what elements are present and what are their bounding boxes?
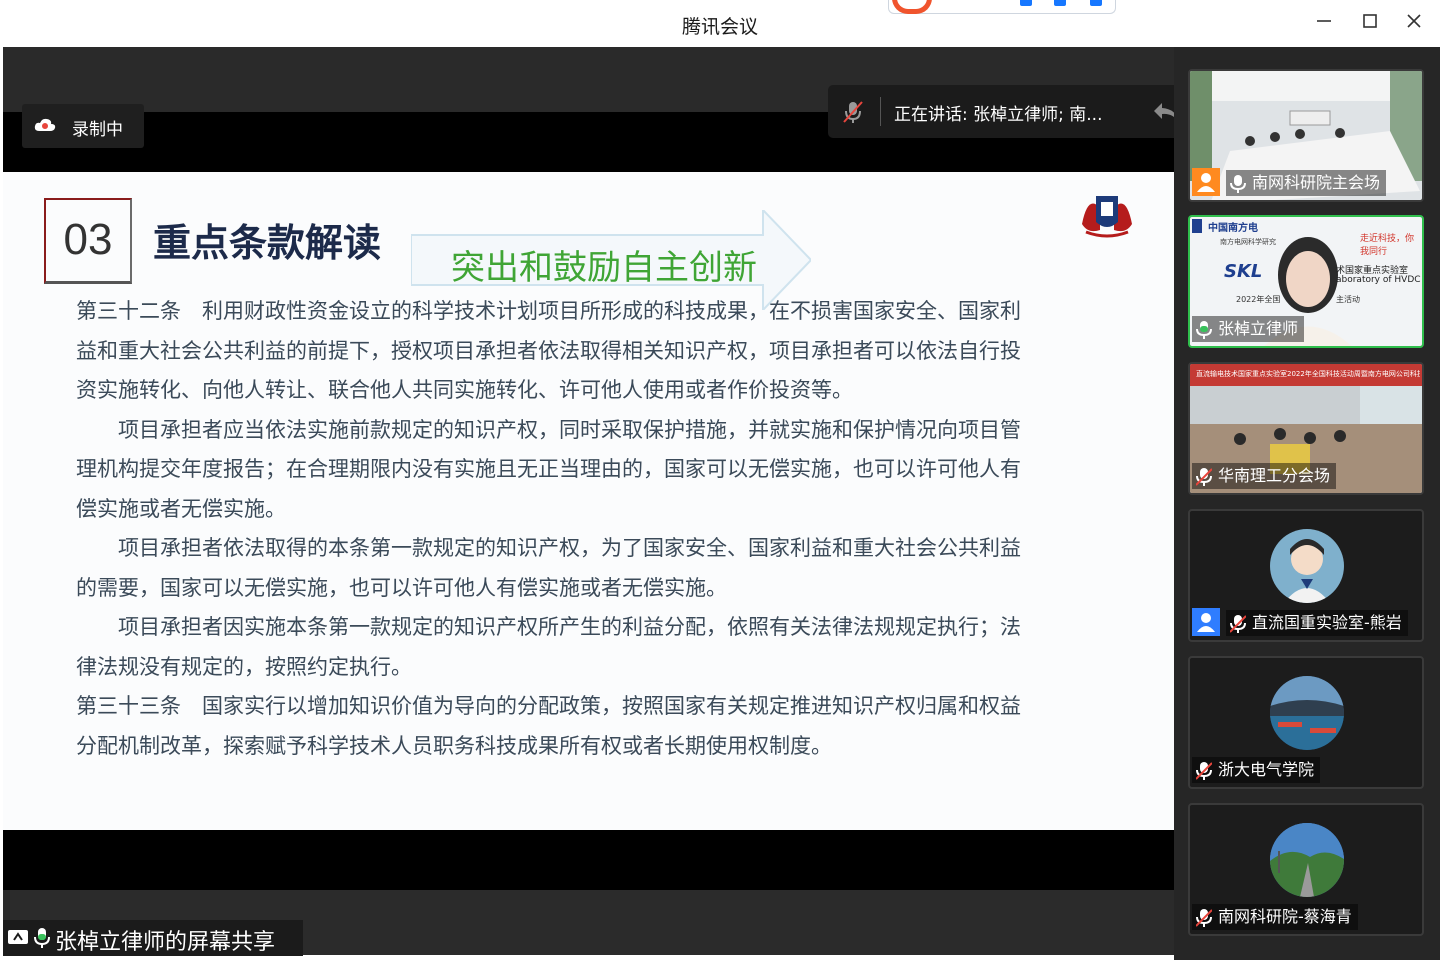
participant-name-label: 直流国重实验室-熊岩: [1252, 613, 1402, 632]
participant-tile[interactable]: 南网科研院主会场: [1188, 69, 1424, 202]
cartoon-avatar: [1270, 529, 1344, 603]
participant-name: 华南理工分会场: [1192, 463, 1337, 489]
slide-line: 理机构提交年度报告；在合理期限内没有实施且无正当理由的，国家可以无偿实施，也可以…: [76, 457, 1021, 481]
slide-line: 分配机制改革，探索赋予科学技术人员职务科技成果所有权或者长期使用权制度。: [76, 733, 832, 758]
slide-line: 偿实施或者无偿实施。: [76, 496, 286, 521]
slide-line: 益和重大社会公共利益的前提下，授权项目承担者依法取得相关知识产权，项目承担者可以…: [76, 338, 1021, 363]
slide-line: 第三十二条 利用财政性资金设立的科学技术计划项目所形成的科技成果，在不损害国家安…: [76, 299, 1021, 323]
muted-mic-icon: [1230, 614, 1246, 633]
participant-name-label: 浙大电气学院: [1218, 760, 1315, 779]
toolbar-share-icon[interactable]: [1054, 0, 1066, 6]
participant-name: 浙大电气学院: [1192, 757, 1321, 783]
letterbox-bottom: [3, 830, 1174, 890]
toolbar-members-icon[interactable]: [1090, 0, 1102, 6]
university-emblem-icon: [1082, 196, 1132, 238]
backdrop-text: 南方电网科学研究: [1220, 238, 1276, 246]
participant-name: 张棹立律师: [1192, 316, 1305, 342]
slide-line: 项目承担者因实施本条第一款规定的知识产权所产生的利益分配，依照有关法律法规规定执…: [76, 615, 1021, 639]
participant-tile[interactable]: 直流国重实验室-熊岩: [1188, 509, 1424, 642]
maximize-icon: [1363, 14, 1377, 28]
backdrop-text: aboratory of HVDC: [1336, 275, 1421, 285]
muted-mic-icon: [1196, 761, 1212, 780]
mic-active-icon: [34, 928, 50, 948]
backdrop-text: 走近科技，你我同行: [1360, 234, 1415, 257]
section-number: 03: [44, 198, 132, 284]
screen-share-label: 张棹立律师的屏幕共享: [3, 920, 303, 956]
maximize-button[interactable]: [1358, 11, 1382, 35]
divider: [880, 97, 881, 126]
participant-name: 直流国重实验室-熊岩: [1226, 610, 1408, 636]
close-button[interactable]: [1402, 11, 1426, 35]
muted-mic-icon: [843, 101, 863, 123]
minimize-button[interactable]: [1312, 11, 1336, 35]
muted-mic-icon: [1196, 908, 1212, 927]
recording-indicator[interactable]: 录制中: [22, 104, 144, 148]
participant-tile[interactable]: 浙大电气学院: [1188, 656, 1424, 789]
title-bar: 腾讯会议: [0, 0, 1440, 47]
muted-mic-icon: [1196, 467, 1212, 486]
backdrop-logo-text: SKL: [1224, 261, 1263, 282]
mic-icon: [1230, 174, 1246, 193]
presentation-slide: 03 重点条款解读 突出和鼓励自主创新 第三十二条 利用财政性资金设立的科学技术…: [3, 172, 1174, 830]
host-badge-icon: [1192, 608, 1220, 636]
backdrop-text: 主活动: [1336, 295, 1360, 304]
participant-name: 南网科研院主会场: [1226, 170, 1387, 196]
participant-name-label: 南网科研院-蔡海青: [1218, 907, 1352, 926]
mic-speaking-icon: [1196, 320, 1212, 339]
slide-line: 项目承担者应当依法实施前款规定的知识产权，同时采取保护措施，并就实施和保护情况向…: [76, 417, 1021, 442]
road-avatar: [1270, 823, 1344, 897]
host-badge-icon: [1192, 168, 1220, 196]
slide-body: 第三十二条 利用财政性资金设立的科学技术计划项目所形成的科技成果，在不损害国家安…: [76, 292, 1088, 766]
slide-banner-text: 突出和鼓励自主创新: [451, 248, 757, 288]
active-speaker-text: 正在讲话: 张棹立律师; 南...: [894, 105, 1103, 125]
backdrop-text: 中国南方电: [1208, 223, 1258, 234]
participant-name: 南网科研院-蔡海青: [1192, 904, 1358, 930]
app-title: 腾讯会议: [681, 16, 758, 38]
screen-share-icon: [8, 930, 28, 944]
cloud-record-icon: [34, 118, 56, 131]
participant-name-label: 华南理工分会场: [1218, 466, 1331, 485]
minimize-icon: [1317, 20, 1331, 22]
backdrop-text: 直流输电技术国家重点实验室2022年全国科技活动周暨南方电网公司科技开放日活动华…: [1196, 370, 1420, 378]
participant-name-label: 张棹立律师: [1218, 319, 1299, 338]
participant-tile[interactable]: 南网科研院-蔡海青: [1188, 803, 1424, 936]
slide-line: 律法规没有规定的，按照约定执行。: [76, 654, 412, 679]
recording-label: 录制中: [72, 120, 123, 140]
participant-tile-active[interactable]: 中国南方电 南方电网科学研究 走近科技，你我同行 SKL 术国家重点实验室 ab…: [1188, 215, 1424, 348]
slide-line: 资实施转化、向他人转让、联合他人共同实施转化、许可他人使用或者作价投资等。: [76, 378, 853, 402]
toolbar-mic-icon[interactable]: [1020, 0, 1032, 6]
slide-line: 项目承担者依法取得的本条第一款规定的知识产权，为了国家安全、国家利益和重大社会公…: [76, 536, 1021, 560]
participant-name-label: 南网科研院主会场: [1252, 173, 1381, 192]
participant-tile[interactable]: 直流输电技术国家重点实验室2022年全国科技活动周暨南方电网公司科技开放日活动华…: [1188, 362, 1424, 495]
slide-line: 的需要，国家可以无偿实施，也可以许可他人有偿实施或者无偿实施。: [76, 575, 727, 600]
lake-avatar: [1270, 676, 1344, 750]
screen-share-text: 张棹立律师的屏幕共享: [55, 930, 276, 955]
backdrop-text: 2022年全国: [1236, 295, 1281, 304]
speaking-indicator[interactable]: 正在讲话: 张棹立律师; 南...: [828, 85, 1190, 138]
close-icon: [1407, 14, 1421, 28]
slide-title: 重点条款解读: [153, 221, 382, 265]
slide-line: 第三十三条 国家实行以增加知识价值为导向的分配政策，按照国家有关规定推进知识产权…: [76, 694, 1021, 718]
